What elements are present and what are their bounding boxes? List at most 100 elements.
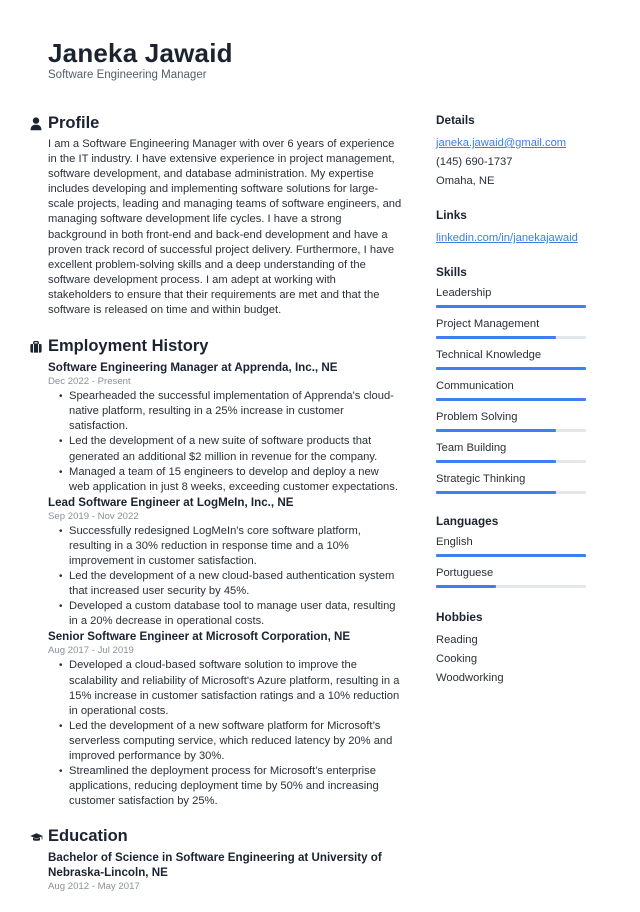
education-heading: Education [30,826,402,846]
skill-item: Strategic Thinking [436,472,588,494]
sidebar: Details janeka.jawaid@gmail.com (145) 69… [436,113,588,705]
hobby-item: Cooking [436,653,478,665]
language-item-label: English [436,536,473,548]
job-entry: Lead Software Engineer at LogMeIn, Inc.,… [30,495,402,630]
skill-item: Team Building [436,441,588,463]
skills-list: Leadership Project Management Technical Kn… [436,286,588,494]
achievement-item: Led the development of a new suite of so… [59,434,402,464]
skill-item-level-fill [436,491,556,494]
achievement-item: Streamlined the deployment process for M… [59,764,402,809]
job-achievements: Developed a cloud-based software solutio… [30,658,402,809]
education-section: Education Bachelor of Science in Softwar… [30,826,402,894]
skill-item: Communication [436,379,588,401]
skill-item: Leadership [436,286,588,308]
skill-item-label: Leadership [436,287,492,299]
hobbies-block: Hobbies Reading Cooking Woodworking [436,610,588,688]
achievement-item: Developed a custom database tool to mana… [59,599,402,629]
language-item-level-bar [436,554,586,557]
job-title: Senior Software Engineer at Microsoft Co… [48,630,351,644]
skill-item: Project Management [436,317,588,339]
job-title: Lead Software Engineer at LogMeIn, Inc.,… [48,495,294,509]
briefcase-icon [30,339,42,353]
candidate-title: Software Engineering Manager [48,69,207,81]
language-item-level-fill [436,585,496,588]
skill-item: Problem Solving [436,410,588,432]
job-dates: Sep 2019 - Nov 2022 [48,510,139,522]
phone-number: (145) 690-1737 [436,156,513,168]
skill-item-level-bar [436,336,586,339]
achievement-item: Developed a cloud-based software solutio… [59,658,402,718]
job-list: Software Engineering Manager at Apprenda… [30,360,402,809]
language-item: English [436,535,588,557]
job-entry: Software Engineering Manager at Apprenda… [30,360,402,495]
profile-heading: Profile [30,113,402,133]
job-achievements: Spearheaded the successful implementatio… [30,389,402,495]
education-dates: Aug 2012 - May 2017 [48,881,140,893]
profile-summary: I am a Software Engineering Manager with… [48,138,402,317]
skill-item-label: Project Management [436,318,540,330]
degree-title: Bachelor of Science in Software Engineer… [48,851,382,880]
skill-item-level-bar [436,398,586,401]
employment-heading-text: Employment History [48,337,209,356]
language-item: Portuguese [436,566,588,588]
job-entry: Senior Software Engineer at Microsoft Co… [30,629,402,809]
candidate-name: Janeka Jawaid [48,38,233,68]
achievement-item: Successfully redesigned LogMeIn's core s… [59,524,402,569]
skill-item-label: Communication [436,380,514,392]
details-block: Details janeka.jawaid@gmail.com (145) 69… [436,113,588,191]
languages-heading: Languages [436,514,499,528]
job-title: Software Engineering Manager at Apprenda… [48,361,338,375]
skill-item-label: Strategic Thinking [436,473,526,485]
graduation-cap-icon [30,829,43,843]
links-heading: Links [436,208,467,222]
main-column: Profile I am a Software Engineering Mana… [30,113,402,912]
skill-item-level-bar [436,429,586,432]
employment-section: Employment History Software Engineering … [30,336,402,809]
skill-item-level-bar [436,367,586,370]
location: Omaha, NE [436,175,495,187]
language-item-label: Portuguese [436,567,494,579]
skill-item-level-fill [436,460,556,463]
skill-item-label: Technical Knowledge [436,349,542,361]
job-dates: Aug 2017 - Jul 2019 [48,645,134,657]
profile-heading-text: Profile [48,114,100,132]
languages-list: English Portuguese [436,535,588,588]
profile-section: Profile I am a Software Engineering Mana… [30,113,402,318]
links-block: Links linkedin.com/in/janekajawaid [436,208,588,248]
hobbies-heading: Hobbies [436,610,483,624]
email-link[interactable]: janeka.jawaid@gmail.com [436,134,588,153]
hobby-item: Reading [436,634,478,646]
achievement-item: Led the development of a new cloud-based… [59,569,402,599]
achievement-item: Managed a team of 15 engineers to develo… [59,465,402,495]
skills-block: Skills Leadership Project Management Techn… [436,265,588,494]
skills-heading: Skills [436,265,467,279]
education-heading-text: Education [48,827,128,846]
job-dates: Dec 2022 - Present [48,376,131,388]
education-entry: Bachelor of Science in Software Engineer… [30,850,402,894]
achievement-item: Spearheaded the successful implementatio… [59,389,402,434]
language-item-level-bar [436,585,586,588]
hobbies-list: Reading Cooking Woodworking [436,631,588,688]
achievement-item: Led the development of a new software pl… [59,719,402,764]
skill-item-level-bar [436,305,586,308]
skill-item-level-bar [436,491,586,494]
skill-item: Technical Knowledge [436,348,588,370]
details-heading: Details [436,113,475,127]
languages-block: Languages English Portuguese [436,514,588,588]
resume-header: Janeka Jawaid Software Engineering Manag… [48,38,233,82]
skill-item-level-fill [436,398,586,401]
language-item-level-fill [436,554,586,557]
job-achievements: Successfully redesigned LogMeIn's core s… [30,524,402,630]
skill-item-level-bar [436,460,586,463]
skill-item-level-fill [436,367,586,370]
skill-item-label: Team Building [436,442,507,454]
skill-item-label: Problem Solving [436,411,518,423]
person-icon [30,116,42,131]
employment-heading: Employment History [30,336,402,356]
skill-item-level-fill [436,336,556,339]
skill-item-level-fill [436,305,586,308]
skill-item-level-fill [436,429,556,432]
linkedin-link[interactable]: linkedin.com/in/janekajawaid [436,229,588,248]
hobby-item: Woodworking [436,672,504,684]
education-list: Bachelor of Science in Software Engineer… [30,850,402,894]
